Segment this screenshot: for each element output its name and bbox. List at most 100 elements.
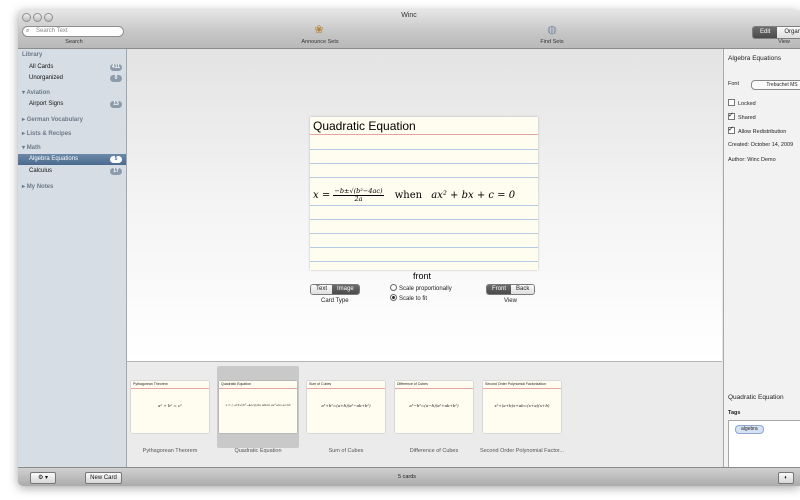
card-type-caption: Card Type bbox=[321, 298, 349, 304]
formula-fraction: −b±√(b²−4ac) 2a bbox=[333, 188, 384, 203]
group-label: Lists & Recipes bbox=[26, 131, 72, 137]
count-badge: 17 bbox=[110, 168, 122, 175]
thumbnail-title: Pythagorean Theorem bbox=[133, 382, 168, 386]
card-editor: Quadratic Equation x = −b±√(b²−4ac) 2a w… bbox=[127, 49, 722, 361]
front-view-button[interactable]: Front bbox=[487, 285, 512, 294]
ruled-line bbox=[310, 219, 538, 220]
gear-menu-button[interactable]: ⚙ ▾ bbox=[30, 472, 56, 484]
checkbox-label: Locked bbox=[738, 101, 756, 107]
locked-checkbox[interactable]: Locked bbox=[728, 99, 756, 107]
formula-denominator: 2a bbox=[354, 195, 363, 203]
count-badge: 0 bbox=[110, 75, 122, 82]
app-window: Winc ⌕ Search Text Search ❀ Announce Set… bbox=[18, 10, 800, 486]
card-type-segment[interactable]: Text Image bbox=[310, 284, 360, 295]
toolbar: Winc ⌕ Search Text Search ❀ Announce Set… bbox=[18, 10, 800, 49]
thumbnail-formula: x = (−b±√(b²−4ac))/2a when ax²+bx+c=0 bbox=[225, 403, 291, 407]
thumbnail-label: Second Order Polynomial Factor... bbox=[479, 448, 565, 454]
announce-sets-icon[interactable]: ❀ bbox=[312, 23, 326, 36]
thumbnail-title: Sum of Cubes bbox=[309, 382, 332, 386]
sidebar-item-calculus[interactable]: Calculus 17 bbox=[18, 166, 126, 177]
checkbox-label: Allow Redistribution bbox=[738, 129, 787, 135]
sidebar-item-algebra-equations[interactable]: Algebra Equations 5 bbox=[18, 154, 126, 165]
view-caption: View bbox=[778, 39, 790, 45]
view-caption: View bbox=[504, 298, 517, 304]
group-aviation[interactable]: ▾ Aviation bbox=[22, 89, 50, 96]
sidebar-item-unorganized[interactable]: Unorganized 0 bbox=[18, 73, 126, 84]
tag-token[interactable]: algebra bbox=[735, 425, 764, 434]
search-placeholder: Search Text bbox=[36, 28, 68, 34]
organize-mode-button[interactable]: Organ bbox=[777, 27, 800, 38]
gear-icon: ⚙ ▾ bbox=[37, 475, 49, 481]
bottom-bar: ⚙ ▾ New Card 5 cards ◐ bbox=[18, 467, 800, 486]
group-label: Math bbox=[26, 145, 41, 151]
thumbnail-formula: a³+b³=(a+b)(a²−ab+b²) bbox=[321, 403, 371, 408]
card-preview[interactable]: Quadratic Equation x = −b±√(b²−4ac) 2a w… bbox=[310, 117, 538, 270]
thumbnail-title: Difference of Cubes bbox=[397, 382, 428, 386]
back-view-button[interactable]: Back bbox=[511, 285, 535, 294]
radio-button bbox=[390, 284, 397, 291]
window-title: Winc bbox=[401, 12, 417, 19]
sidebar-item-label: Algebra Equations bbox=[29, 156, 79, 162]
sidebar-item-label: Unorganized bbox=[29, 75, 64, 81]
view-mode-segment[interactable]: Edit Organ bbox=[752, 26, 800, 39]
checkbox bbox=[728, 99, 735, 106]
ruled-line bbox=[310, 247, 538, 248]
info-button[interactable]: ◐ bbox=[778, 472, 794, 484]
new-card-button[interactable]: New Card bbox=[85, 472, 122, 484]
card-formula: x = −b±√(b²−4ac) 2a when ax² + bx + c = … bbox=[313, 188, 537, 208]
set-name: Algebra Equations bbox=[728, 55, 782, 62]
card-side-label: front bbox=[413, 271, 432, 281]
checkbox bbox=[728, 125, 735, 134]
thumbnail-label: Pythagorean Theorem bbox=[142, 448, 198, 454]
group-lists-recipes[interactable]: ▸ Lists & Recipes bbox=[22, 130, 71, 137]
created-date: Created: October 14, 2009 bbox=[728, 142, 794, 148]
checkbox-label: Shared bbox=[738, 115, 756, 121]
card-thumbnail[interactable]: Pythagorean Theorem a² + b² = c² bbox=[131, 381, 209, 433]
card-thumbnail[interactable]: Sum of Cubes a³+b³=(a+b)(a²−ab+b²) bbox=[307, 381, 385, 433]
status-text: 5 cards bbox=[398, 474, 417, 480]
group-my-notes[interactable]: ▸ My Notes bbox=[22, 183, 53, 190]
sidebar-item-all-cards[interactable]: All Cards 411 bbox=[18, 62, 126, 73]
search-caption: Search bbox=[65, 39, 83, 45]
formula-lhs: x = bbox=[313, 190, 331, 201]
group-label: Aviation bbox=[26, 90, 50, 96]
text-type-button[interactable]: Text bbox=[311, 285, 333, 294]
scale-to-fit-radio[interactable]: Scale to fit bbox=[390, 294, 427, 302]
image-type-button[interactable]: Image bbox=[332, 285, 359, 294]
thumbnail-formula: a² + b² = c² bbox=[158, 403, 182, 408]
card-thumbnail[interactable]: Second Order Polynomial Factorization x²… bbox=[483, 381, 561, 433]
card-header-line bbox=[310, 134, 538, 135]
author: Author: Winc Demo bbox=[728, 157, 776, 163]
font-select[interactable]: Trebuchet MS bbox=[751, 80, 800, 90]
radio-button bbox=[390, 294, 397, 301]
sidebar-item-label: Calculus bbox=[29, 168, 53, 174]
thumbnail-title: Second Order Polynomial Factorization bbox=[485, 382, 546, 386]
scale-proportionally-radio[interactable]: Scale proportionally bbox=[390, 284, 452, 292]
library-header: Library bbox=[22, 52, 43, 58]
thumbnail-title: Quadratic Equation bbox=[221, 382, 251, 386]
tags-field[interactable]: algebra bbox=[728, 420, 800, 470]
ruled-line bbox=[310, 177, 538, 178]
count-badge: 13 bbox=[110, 101, 122, 108]
card-thumbnail[interactable]: Difference of Cubes a³−b³=(a−b)(a²+ab+b²… bbox=[395, 381, 473, 433]
group-label: German Vocabulary bbox=[26, 117, 83, 123]
sidebar-item-airport-signs[interactable]: Airport Signs 13 bbox=[18, 99, 126, 110]
group-german-vocabulary[interactable]: ▸ German Vocabulary bbox=[22, 116, 83, 123]
thumbnail-label: Sum of Cubes bbox=[328, 448, 364, 454]
count-badge: 411 bbox=[109, 64, 122, 71]
search-input[interactable]: ⌕ Search Text bbox=[22, 26, 124, 37]
group-math[interactable]: ▾ Math bbox=[22, 144, 41, 151]
globe-icon[interactable]: ◍ bbox=[545, 23, 559, 36]
thumbnail-header-line bbox=[483, 388, 561, 389]
card-thumbnail[interactable]: Quadratic Equation x = (−b±√(b²−4ac))/2a… bbox=[219, 381, 297, 433]
ruled-line bbox=[310, 233, 538, 234]
shared-checkbox[interactable]: Shared bbox=[728, 111, 756, 121]
allow-redistribution-checkbox[interactable]: Allow Redistribution bbox=[728, 125, 787, 135]
view-side-segment[interactable]: Front Back bbox=[486, 284, 536, 295]
thumbnail-label: Difference of Cubes bbox=[409, 448, 459, 454]
edit-mode-button[interactable]: Edit bbox=[753, 27, 778, 38]
radio-label: Scale proportionally bbox=[399, 286, 452, 292]
formula-when: when bbox=[394, 190, 423, 201]
sidebar-item-label: All Cards bbox=[29, 64, 54, 70]
search-icon: ⌕ bbox=[26, 28, 30, 34]
